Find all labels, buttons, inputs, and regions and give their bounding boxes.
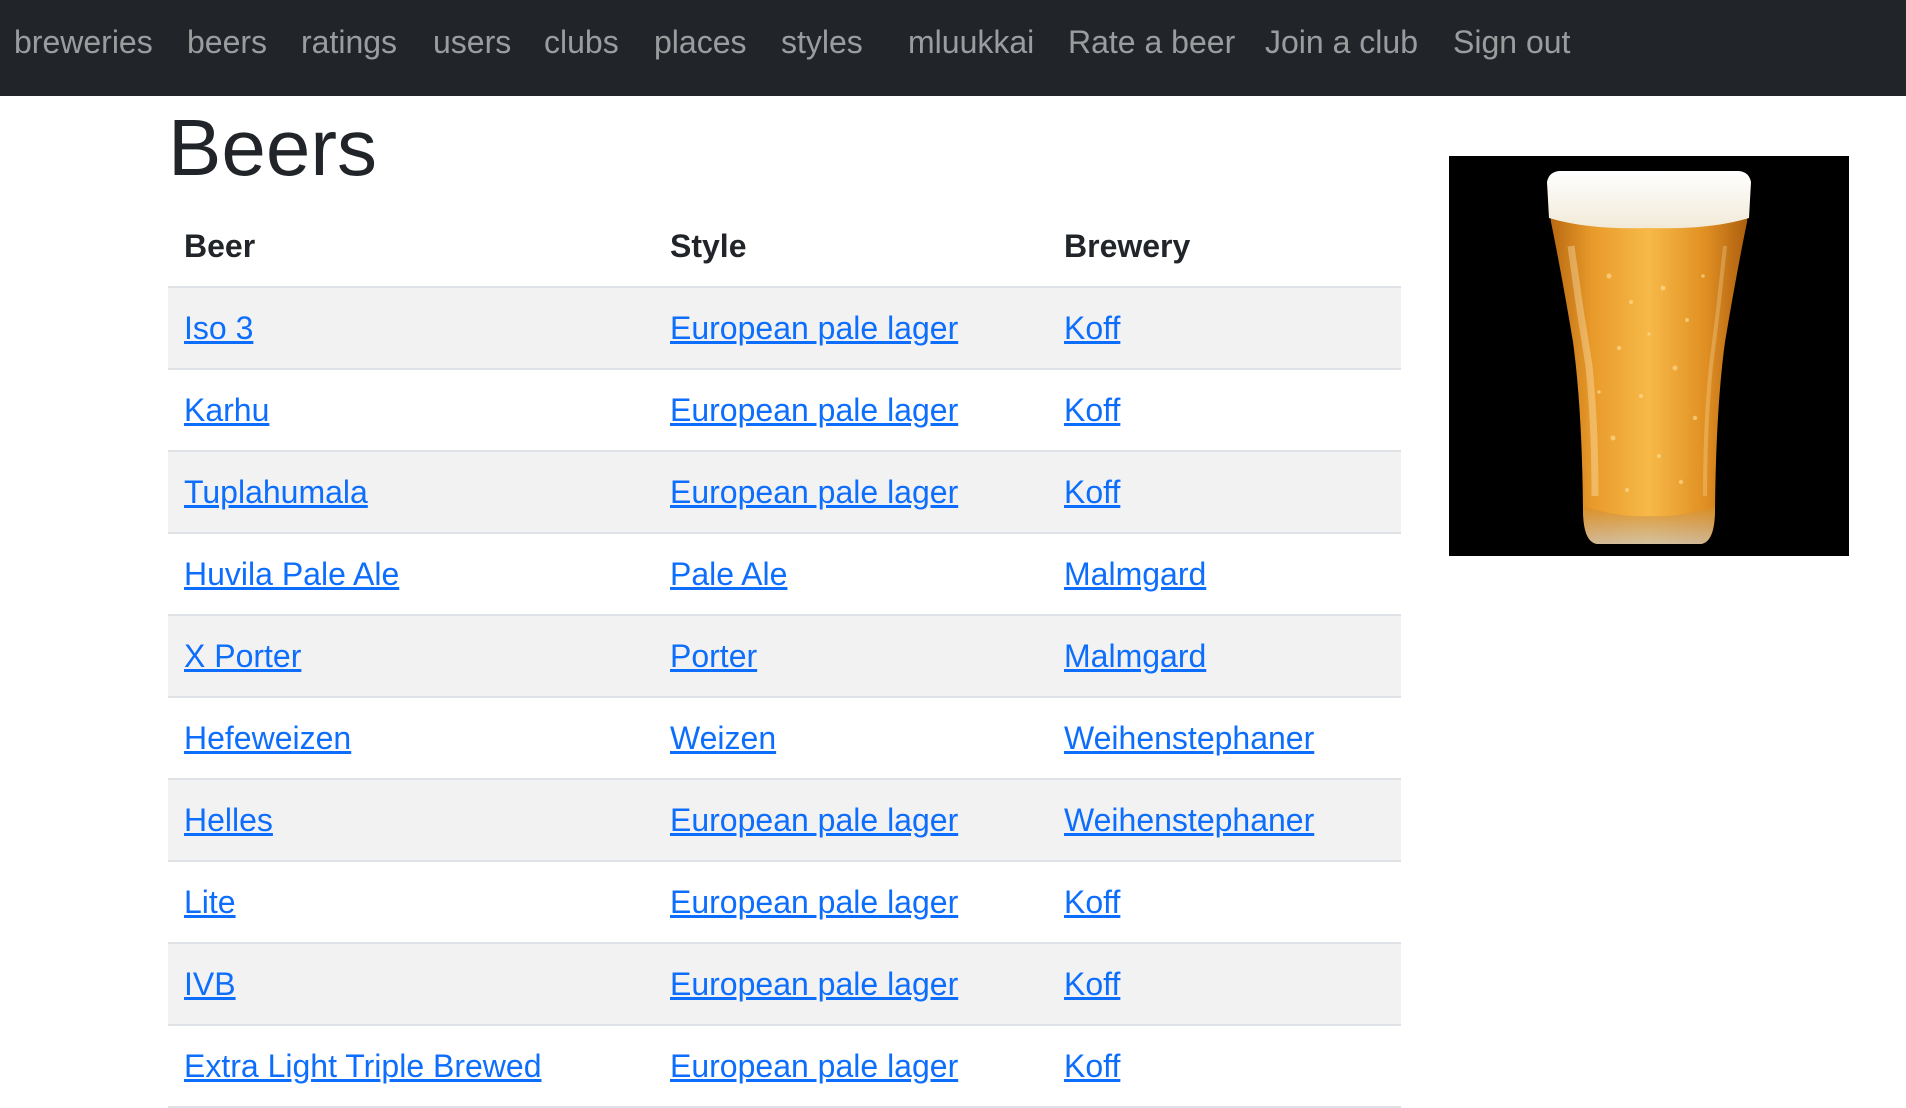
brewery-link[interactable]: Koff [1064, 966, 1120, 1002]
brewery-cell: Koff [1048, 1025, 1401, 1108]
style-cell: European pale lager [654, 861, 1048, 944]
style-link[interactable]: Pale Ale [670, 556, 787, 592]
beer-link[interactable]: Iso 3 [184, 310, 253, 346]
brewery-link[interactable]: Koff [1064, 884, 1120, 920]
nav-link-ratings[interactable]: ratings [301, 20, 397, 64]
beer-cell: X Porter [168, 615, 654, 698]
beer-link[interactable]: Karhu [184, 392, 269, 428]
table-row: Iso 3 European pale lager Koff [168, 287, 1401, 370]
style-cell: European pale lager [654, 779, 1048, 862]
brewery-cell: Malmgard [1048, 615, 1401, 698]
brewery-link[interactable]: Weihenstephaner [1064, 720, 1314, 756]
style-link[interactable]: European pale lager [670, 474, 958, 510]
table-row: Extra Light Triple Brewed European pale … [168, 1025, 1401, 1108]
style-link[interactable]: European pale lager [670, 966, 958, 1002]
brewery-link[interactable]: Koff [1064, 310, 1120, 346]
nav-link-rate-beer[interactable]: Rate a beer [1068, 20, 1235, 64]
table-row: Lite European pale lager Koff [168, 861, 1401, 944]
table-row: Huvila Pale Ale Pale Ale Malmgard [168, 533, 1401, 616]
style-link[interactable]: Porter [670, 638, 757, 674]
nav-link-places[interactable]: places [654, 20, 747, 64]
nav-link-styles[interactable]: styles [781, 20, 863, 64]
table-row: Helles European pale lager Weihenstephan… [168, 779, 1401, 862]
nav-link-clubs[interactable]: clubs [544, 20, 619, 64]
brewery-cell: Weihenstephaner [1048, 779, 1401, 862]
beer-link[interactable]: X Porter [184, 638, 301, 674]
nav-link-beers[interactable]: beers [187, 20, 267, 64]
beer-cell: Helles [168, 779, 654, 862]
column-header-beer: Beer [168, 206, 654, 288]
beer-cell: Tuplahumala [168, 451, 654, 534]
brewery-link[interactable]: Koff [1064, 1048, 1120, 1084]
style-cell: European pale lager [654, 287, 1048, 370]
beer-cell: Huvila Pale Ale [168, 533, 654, 616]
beer-glass-image [1449, 156, 1849, 556]
beer-link[interactable]: Helles [184, 802, 273, 838]
table-header-row: Beer Style Brewery [168, 206, 1401, 288]
page-title: Beers [168, 103, 377, 192]
beers-table: Beer Style Brewery Iso 3 European pale l… [168, 206, 1401, 1108]
column-header-brewery: Brewery [1048, 206, 1401, 288]
beer-cell: Hefeweizen [168, 697, 654, 780]
beer-link[interactable]: Hefeweizen [184, 720, 351, 756]
table-row: X Porter Porter Malmgard [168, 615, 1401, 698]
nav-link-join-club[interactable]: Join a club [1265, 20, 1418, 64]
beer-link[interactable]: Huvila Pale Ale [184, 556, 399, 592]
beer-link[interactable]: IVB [184, 966, 236, 1002]
style-cell: European pale lager [654, 369, 1048, 452]
nav-link-users[interactable]: users [433, 20, 511, 64]
column-header-style: Style [654, 206, 1048, 288]
style-link[interactable]: European pale lager [670, 392, 958, 428]
brewery-cell: Koff [1048, 943, 1401, 1026]
beer-glass-icon [1449, 156, 1849, 556]
brewery-cell: Koff [1048, 287, 1401, 370]
style-cell: Weizen [654, 697, 1048, 780]
brewery-link[interactable]: Koff [1064, 392, 1120, 428]
brewery-link[interactable]: Malmgard [1064, 638, 1206, 674]
style-link[interactable]: Weizen [670, 720, 776, 756]
nav-link-breweries[interactable]: breweries [14, 20, 153, 64]
brewery-link[interactable]: Weihenstephaner [1064, 802, 1314, 838]
beer-cell: Karhu [168, 369, 654, 452]
style-cell: Pale Ale [654, 533, 1048, 616]
beer-link[interactable]: Lite [184, 884, 236, 920]
beer-cell: Extra Light Triple Brewed [168, 1025, 654, 1108]
beer-cell: Lite [168, 861, 654, 944]
style-cell: Porter [654, 615, 1048, 698]
brewery-cell: Koff [1048, 861, 1401, 944]
style-cell: European pale lager [654, 943, 1048, 1026]
style-cell: European pale lager [654, 451, 1048, 534]
top-navbar: breweries beers ratings users clubs plac… [0, 0, 1906, 96]
brewery-link[interactable]: Malmgard [1064, 556, 1206, 592]
table-row: Hefeweizen Weizen Weihenstephaner [168, 697, 1401, 780]
table-row: IVB European pale lager Koff [168, 943, 1401, 1026]
table-row: Karhu European pale lager Koff [168, 369, 1401, 452]
style-link[interactable]: European pale lager [670, 802, 958, 838]
brewery-cell: Koff [1048, 369, 1401, 452]
beer-cell: IVB [168, 943, 654, 1026]
style-link[interactable]: European pale lager [670, 884, 958, 920]
brewery-cell: Weihenstephaner [1048, 697, 1401, 780]
brewery-link[interactable]: Koff [1064, 474, 1120, 510]
style-link[interactable]: European pale lager [670, 310, 958, 346]
beer-cell: Iso 3 [168, 287, 654, 370]
brewery-cell: Malmgard [1048, 533, 1401, 616]
style-cell: European pale lager [654, 1025, 1048, 1108]
table-row: Tuplahumala European pale lager Koff [168, 451, 1401, 534]
nav-link-sign-out[interactable]: Sign out [1453, 20, 1570, 64]
style-link[interactable]: European pale lager [670, 1048, 958, 1084]
brewery-cell: Koff [1048, 451, 1401, 534]
beer-link[interactable]: Tuplahumala [184, 474, 368, 510]
nav-link-username[interactable]: mluukkai [908, 20, 1034, 64]
beer-link[interactable]: Extra Light Triple Brewed [184, 1048, 542, 1084]
